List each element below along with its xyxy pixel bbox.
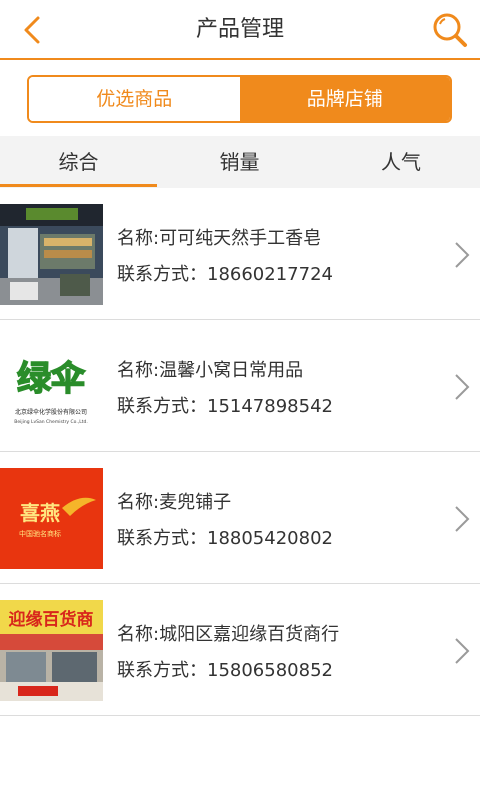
xiyan-logo: 喜燕 中国驰名商标	[0, 468, 103, 569]
store-name: 名称:城阳区嘉迎缘百货商行	[117, 624, 340, 645]
chevron-right-icon	[455, 638, 470, 664]
search-icon[interactable]	[430, 10, 470, 50]
segment-control: 优选商品 品牌店铺	[27, 75, 452, 123]
store-contact: 联系方式：18660217724	[117, 264, 333, 285]
store-row[interactable]: 迎缘百货商 名称:城阳区嘉迎缘百货商行 联系方式：15806580852	[0, 584, 480, 716]
store-thumbnail: 迎缘百货商	[0, 600, 103, 701]
top-bar: 产品管理	[0, 0, 480, 60]
segment-brand-stores[interactable]: 品牌店铺	[239, 77, 450, 121]
sort-tab-sales[interactable]: 销量	[161, 136, 318, 188]
logo-company-name-en: Beijing LvSan Chemistry Co.,Ltd.	[14, 419, 88, 425]
store-contact: 联系方式：15147898542	[117, 396, 333, 417]
sort-active-indicator	[0, 184, 157, 187]
store-contact: 联系方式：15806580852	[117, 660, 333, 681]
chevron-right-icon	[455, 374, 470, 400]
lvsan-logo: 绿伞 北京绿伞化学股份有限公司 Beijing LvSan Chemistry …	[0, 336, 103, 437]
store-name: 名称:温馨小窝日常用品	[117, 360, 304, 381]
store-row[interactable]: 绿伞 北京绿伞化学股份有限公司 Beijing LvSan Chemistry …	[0, 320, 480, 452]
shop-sign-photo: 迎缘百货商	[0, 600, 103, 701]
shop-sign-text: 迎缘百货商	[9, 609, 94, 630]
store-contact: 联系方式：18805420802	[117, 528, 333, 549]
logo-text: 绿伞	[17, 359, 86, 399]
store-thumbnail: 绿伞 北京绿伞化学股份有限公司 Beijing LvSan Chemistry …	[0, 336, 103, 437]
store-list: 名称:可可纯天然手工香皂 联系方式：18660217724 绿伞 北京绿伞化学股…	[0, 188, 480, 716]
chevron-right-icon	[455, 242, 470, 268]
chevron-right-icon	[455, 506, 470, 532]
store-row[interactable]: 名称:可可纯天然手工香皂 联系方式：18660217724	[0, 188, 480, 320]
sort-tab-popularity[interactable]: 人气	[322, 136, 480, 188]
storefront-photo	[0, 204, 103, 305]
sort-bar: 综合 销量 人气	[0, 136, 480, 188]
store-thumbnail: 喜燕 中国驰名商标	[0, 468, 103, 569]
store-row[interactable]: 喜燕 中国驰名商标 名称:麦兜铺子 联系方式：18805420802	[0, 452, 480, 584]
logo-text: 喜燕	[20, 501, 60, 525]
logo-company-name: 北京绿伞化学股份有限公司	[15, 408, 87, 416]
segment-featured-products[interactable]: 优选商品	[29, 77, 240, 121]
store-name: 名称:麦兜铺子	[117, 492, 232, 513]
page-title: 产品管理	[195, 17, 284, 42]
store-thumbnail	[0, 204, 103, 305]
logo-tagline: 中国驰名商标	[19, 529, 61, 538]
store-name: 名称:可可纯天然手工香皂	[117, 228, 322, 249]
sort-tab-comprehensive[interactable]: 综合	[0, 136, 157, 188]
